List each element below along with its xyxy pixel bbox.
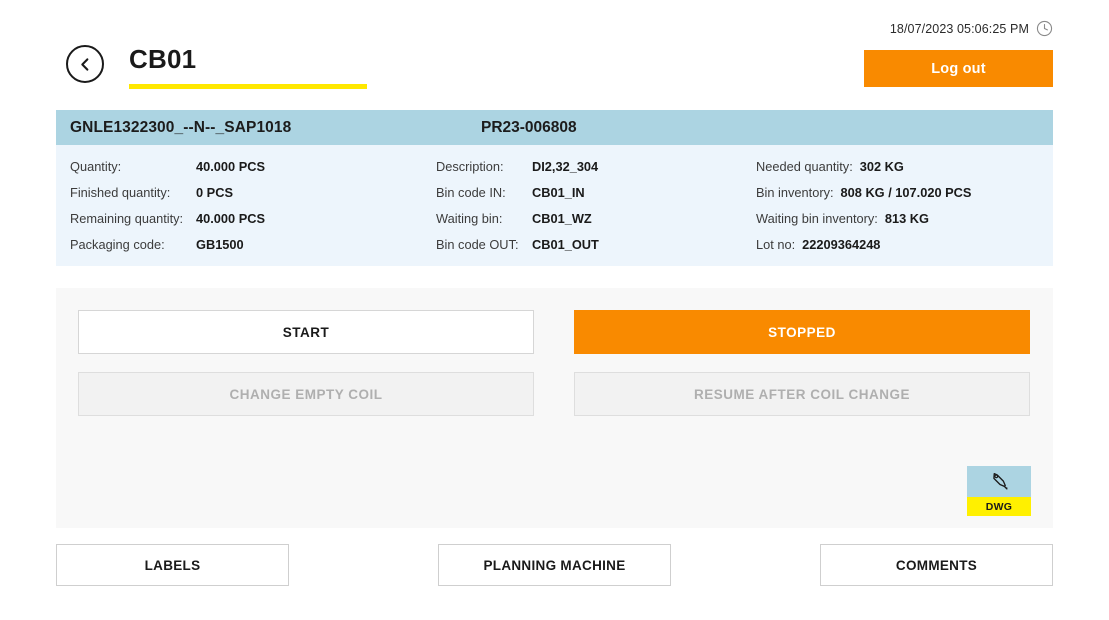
info-column-inventory: Needed quantity: 302 KG Bin inventory: 8… — [745, 159, 1045, 252]
info-row: Description: DI2,32_304 — [436, 159, 745, 174]
labels-button[interactable]: LABELS — [56, 544, 289, 586]
resume-after-coil-change-button: RESUME AFTER COIL CHANGE — [574, 372, 1030, 416]
info-label: Bin inventory: — [756, 185, 834, 200]
info-label: Waiting bin: — [436, 211, 503, 226]
order-info-body: Quantity: 40.000 PCS Finished quantity: … — [56, 145, 1053, 266]
pen-nib-icon — [967, 466, 1031, 497]
order-info-header: GNLE1322300_--N--_SAP1018 PR23-006808 — [56, 110, 1053, 145]
action-button-grid: START STOPPED CHANGE EMPTY COIL RESUME A… — [78, 310, 1031, 416]
info-column-quantities: Quantity: 40.000 PCS Finished quantity: … — [56, 159, 425, 252]
info-label: Description: — [436, 159, 504, 174]
info-value: DI2,32_304 — [532, 159, 599, 174]
info-label: Bin code OUT: — [436, 237, 519, 252]
current-timestamp: 18/07/2023 05:06:25 PM — [889, 21, 1029, 36]
clock-icon — [1036, 20, 1053, 37]
top-bar: 18/07/2023 05:06:25 PM CB01 Log out — [0, 0, 1109, 100]
info-value: CB01_OUT — [532, 237, 599, 252]
dwg-drawing-button[interactable]: DWG — [967, 466, 1031, 516]
change-empty-coil-button: CHANGE EMPTY COIL — [78, 372, 534, 416]
info-value: CB01_WZ — [532, 211, 592, 226]
logout-button[interactable]: Log out — [864, 50, 1053, 87]
stopped-status-button[interactable]: STOPPED — [574, 310, 1030, 354]
info-label: Packaging code: — [70, 237, 165, 252]
material-code: GNLE1322300_--N--_SAP1018 — [70, 118, 292, 136]
info-label: Remaining quantity: — [70, 211, 184, 226]
info-label: Finished quantity: — [70, 185, 171, 200]
info-label: Lot no: — [756, 237, 796, 252]
info-value: CB01_IN — [532, 185, 585, 200]
bottom-navigation: LABELS PLANNING MACHINE COMMENTS — [56, 544, 1053, 586]
info-row: Needed quantity: 302 KG — [756, 159, 1045, 174]
title-underline-accent — [129, 84, 367, 89]
info-row: Waiting bin inventory: 813 KG — [756, 211, 1045, 226]
info-value: 40.000 PCS — [196, 211, 266, 226]
info-value: 40.000 PCS — [196, 159, 266, 174]
machine-terminal-screen: 18/07/2023 05:06:25 PM CB01 Log out GNLE… — [0, 0, 1109, 620]
machine-action-panel: START STOPPED CHANGE EMPTY COIL RESUME A… — [56, 288, 1053, 528]
dwg-label: DWG — [967, 497, 1031, 516]
info-row: Finished quantity: 0 PCS — [70, 185, 425, 200]
info-row: Bin code OUT: CB01_OUT — [436, 237, 745, 252]
info-row: Bin inventory: 808 KG / 107.020 PCS — [756, 185, 1045, 200]
info-label: Quantity: — [70, 159, 122, 174]
back-button[interactable] — [66, 45, 104, 83]
comments-button[interactable]: COMMENTS — [820, 544, 1053, 586]
chevron-left-icon — [78, 57, 93, 72]
start-button[interactable]: START — [78, 310, 534, 354]
info-row: Remaining quantity: 40.000 PCS — [70, 211, 425, 226]
info-row: Packaging code: GB1500 — [70, 237, 425, 252]
order-info-panel: GNLE1322300_--N--_SAP1018 PR23-006808 Qu… — [56, 110, 1053, 266]
info-row: Lot no: 22209364248 — [756, 237, 1045, 252]
clock-display: 18/07/2023 05:06:25 PM — [890, 20, 1053, 37]
info-value: 808 KG / 107.020 PCS — [840, 185, 972, 200]
info-row: Quantity: 40.000 PCS — [70, 159, 425, 174]
info-label: Waiting bin inventory: — [756, 211, 878, 226]
info-value: GB1500 — [196, 237, 244, 252]
info-label: Bin code IN: — [436, 185, 506, 200]
info-value: 22209364248 — [802, 237, 881, 252]
info-column-bins: Description: DI2,32_304 Bin code IN: CB0… — [425, 159, 745, 252]
info-value: 302 KG — [859, 159, 904, 174]
order-number: PR23-006808 — [481, 118, 577, 136]
planning-machine-button[interactable]: PLANNING MACHINE — [438, 544, 671, 586]
info-value: 0 PCS — [196, 185, 233, 200]
info-label: Needed quantity: — [756, 159, 853, 174]
info-row: Bin code IN: CB01_IN — [436, 185, 745, 200]
page-title: CB01 — [129, 44, 197, 74]
info-row: Waiting bin: CB01_WZ — [436, 211, 745, 226]
info-value: 813 KG — [884, 211, 929, 226]
